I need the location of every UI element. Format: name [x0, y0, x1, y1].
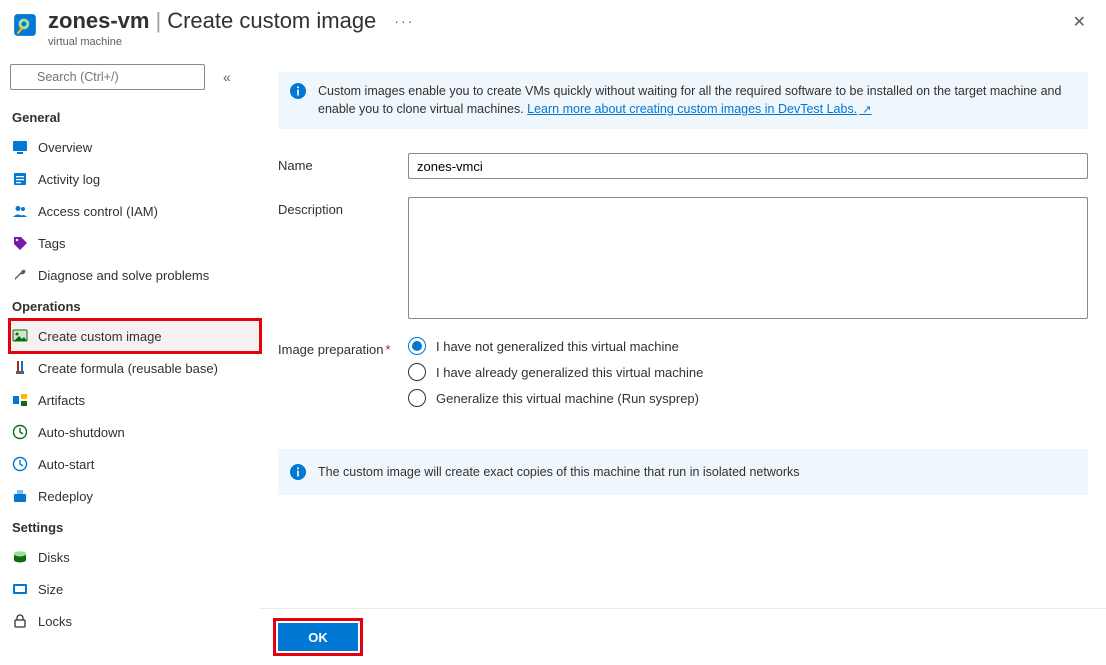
image-icon [12, 328, 28, 344]
name-label: Name [278, 153, 408, 173]
sidebar-item-create-custom-image[interactable]: Create custom image [10, 320, 260, 352]
radio-generalize-now[interactable]: Generalize this virtual machine (Run sys… [408, 389, 703, 407]
disk-icon [12, 549, 28, 565]
description-label: Description [278, 197, 408, 217]
sidebar-item-artifacts[interactable]: Artifacts [10, 384, 260, 416]
wrench-icon [12, 267, 28, 283]
lock-icon [12, 613, 28, 629]
name-input[interactable] [408, 153, 1088, 179]
radio-label: Generalize this virtual machine (Run sys… [436, 391, 699, 406]
sidebar-item-overview[interactable]: Overview [10, 131, 260, 163]
info-banner-top: Custom images enable you to create VMs q… [278, 72, 1088, 129]
ok-button[interactable]: OK [278, 623, 358, 651]
page-header: zones-vm | Create custom image ··· virtu… [0, 0, 1106, 54]
overview-icon [12, 139, 28, 155]
sidebar-item-locks[interactable]: Locks [10, 605, 260, 637]
radio-icon [408, 363, 426, 381]
breadcrumb: virtual machine [48, 36, 1065, 48]
sidebar-item-size[interactable]: Size [10, 573, 260, 605]
title-separator: | [155, 8, 161, 34]
page-title: Create custom image [167, 8, 376, 34]
clock-icon [12, 424, 28, 440]
sidebar-item-activity-log[interactable]: Activity log [10, 163, 260, 195]
activity-log-icon [12, 171, 28, 187]
radio-icon [408, 337, 426, 355]
collapse-sidebar-button[interactable]: « [223, 69, 231, 85]
sidebar: « General Overview Activity log Access cont… [0, 54, 260, 665]
tag-icon [12, 235, 28, 251]
close-button[interactable]: ✕ [1065, 8, 1094, 36]
nav-group-title: General [10, 102, 260, 131]
sidebar-item-label: Size [38, 582, 63, 597]
info-banner-bottom: The custom image will create exact copie… [278, 449, 1088, 495]
radio-label: I have already generalized this virtual … [436, 365, 703, 380]
info-text: The custom image will create exact copie… [318, 463, 799, 481]
sidebar-item-label: Auto-shutdown [38, 425, 125, 440]
nav-group-title: Settings [10, 512, 260, 541]
sidebar-item-label: Diagnose and solve problems [38, 268, 209, 283]
footer: OK [260, 608, 1106, 665]
radio-label: I have not generalized this virtual mach… [436, 339, 679, 354]
people-icon [12, 203, 28, 219]
flask-icon [12, 360, 28, 376]
sidebar-item-label: Disks [38, 550, 70, 565]
radio-icon [408, 389, 426, 407]
radio-already-generalized[interactable]: I have already generalized this virtual … [408, 363, 703, 381]
sidebar-item-label: Locks [38, 614, 72, 629]
info-icon [290, 464, 306, 480]
info-icon [290, 83, 306, 99]
sidebar-item-tags[interactable]: Tags [10, 227, 260, 259]
sidebar-item-label: Create formula (reusable base) [38, 361, 218, 376]
size-icon [12, 581, 28, 597]
resource-name: zones-vm [48, 8, 149, 34]
sidebar-item-redeploy[interactable]: Redeploy [10, 480, 260, 512]
external-link-icon: ↗ [859, 104, 871, 116]
clock-start-icon [12, 456, 28, 472]
search-input[interactable] [10, 64, 205, 90]
redeploy-icon [12, 488, 28, 504]
sidebar-item-label: Create custom image [38, 329, 162, 344]
main-panel: Custom images enable you to create VMs q… [260, 54, 1106, 665]
sidebar-item-auto-start[interactable]: Auto-start [10, 448, 260, 480]
description-input[interactable] [408, 197, 1088, 319]
learn-more-link[interactable]: Learn more about creating custom images … [527, 102, 871, 116]
more-actions-button[interactable]: ··· [394, 13, 414, 29]
sidebar-item-auto-shutdown[interactable]: Auto-shutdown [10, 416, 260, 448]
sidebar-item-disks[interactable]: Disks [10, 541, 260, 573]
image-preparation-label: Image preparation* [278, 337, 408, 357]
sidebar-item-access-control[interactable]: Access control (IAM) [10, 195, 260, 227]
sidebar-item-label: Redeploy [38, 489, 93, 504]
radio-not-generalized[interactable]: I have not generalized this virtual mach… [408, 337, 703, 355]
vm-resource-icon [12, 12, 38, 38]
sidebar-item-diagnose[interactable]: Diagnose and solve problems [10, 259, 260, 291]
artifacts-icon [12, 392, 28, 408]
sidebar-item-label: Access control (IAM) [38, 204, 158, 219]
sidebar-item-label: Tags [38, 236, 65, 251]
sidebar-item-label: Overview [38, 140, 92, 155]
sidebar-item-label: Artifacts [38, 393, 85, 408]
sidebar-item-label: Activity log [38, 172, 100, 187]
sidebar-item-label: Auto-start [38, 457, 94, 472]
sidebar-item-create-formula[interactable]: Create formula (reusable base) [10, 352, 260, 384]
nav-group-title: Operations [10, 291, 260, 320]
